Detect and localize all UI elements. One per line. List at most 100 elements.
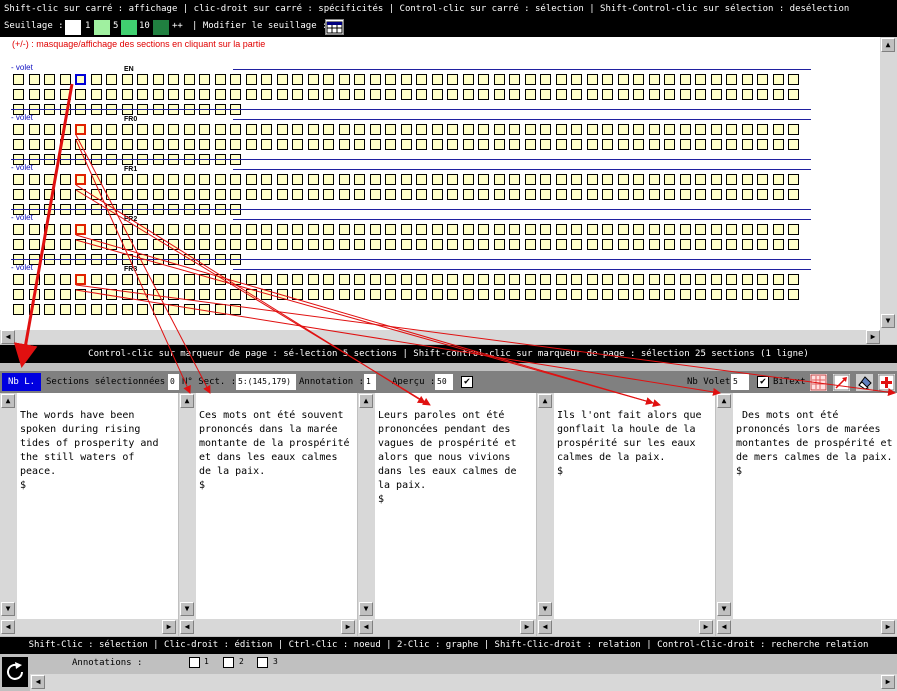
segment-square[interactable]	[29, 239, 40, 250]
column-horizontal-scrollbar[interactable]: ◀ ▶	[179, 619, 357, 636]
segment-square[interactable]	[618, 224, 629, 235]
segment-square[interactable]	[602, 124, 613, 135]
segment-square[interactable]	[525, 289, 536, 300]
segment-square[interactable]	[75, 89, 86, 100]
segment-square[interactable]	[726, 89, 737, 100]
segment-square[interactable]	[370, 189, 381, 200]
segment-square[interactable]	[91, 89, 102, 100]
segment-square[interactable]	[277, 174, 288, 185]
segment-square[interactable]	[199, 224, 210, 235]
segment-square[interactable]	[184, 289, 195, 300]
segment-square[interactable]	[416, 189, 427, 200]
segment-square[interactable]	[137, 239, 148, 250]
segment-square[interactable]	[649, 239, 660, 250]
segment-square[interactable]	[91, 239, 102, 250]
segment-square[interactable]	[571, 124, 582, 135]
segment-square[interactable]	[432, 224, 443, 235]
segment-square[interactable]	[230, 174, 241, 185]
segment-square[interactable]	[463, 239, 474, 250]
segment-square[interactable]	[122, 139, 133, 150]
segment-square[interactable]	[168, 139, 179, 150]
column-text[interactable]: Leurs paroles ont été prononcées pendant…	[378, 409, 534, 507]
segment-square[interactable]	[122, 224, 133, 235]
segment-square[interactable]	[370, 89, 381, 100]
segment-square[interactable]	[168, 124, 179, 135]
segment-square[interactable]	[618, 139, 629, 150]
segment-square[interactable]	[168, 89, 179, 100]
column-horizontal-scrollbar[interactable]: ◀ ▶	[358, 619, 536, 636]
segment-square[interactable]	[29, 289, 40, 300]
segment-square[interactable]	[447, 289, 458, 300]
segment-square[interactable]	[261, 74, 272, 85]
segment-square[interactable]	[122, 289, 133, 300]
volet-toggle-1[interactable]: - volet	[11, 113, 33, 122]
segment-square[interactable]	[44, 274, 55, 285]
segment-square[interactable]	[385, 124, 396, 135]
segment-square[interactable]	[370, 239, 381, 250]
segment-square[interactable]	[385, 189, 396, 200]
segment-square[interactable]	[230, 74, 241, 85]
segment-square[interactable]	[463, 224, 474, 235]
segment-square[interactable]	[153, 174, 164, 185]
segment-square[interactable]	[711, 274, 722, 285]
segment-square[interactable]	[153, 189, 164, 200]
segment-square[interactable]	[246, 89, 257, 100]
segment-square[interactable]	[401, 174, 412, 185]
segment-square[interactable]	[649, 289, 660, 300]
segment-square[interactable]	[292, 189, 303, 200]
segment-square[interactable]	[649, 74, 660, 85]
segment-square[interactable]	[649, 174, 660, 185]
column-scroll-down-icon[interactable]: ▼	[538, 602, 552, 616]
segment-square[interactable]	[618, 189, 629, 200]
segment-square[interactable]	[13, 189, 24, 200]
segment-square[interactable]	[75, 304, 86, 315]
segment-square[interactable]	[525, 74, 536, 85]
segment-square[interactable]	[509, 289, 520, 300]
column-scroll-down-icon[interactable]: ▼	[180, 602, 194, 616]
segment-square[interactable]	[13, 239, 24, 250]
segment-square[interactable]	[385, 274, 396, 285]
segment-square[interactable]	[478, 189, 489, 200]
segment-square[interactable]	[385, 139, 396, 150]
segment-square[interactable]	[230, 274, 241, 285]
segment-square[interactable]	[215, 224, 226, 235]
segment-square[interactable]	[447, 189, 458, 200]
segment-square[interactable]	[757, 124, 768, 135]
segment-square[interactable]	[13, 174, 24, 185]
nb-volet-value[interactable]: 5	[731, 374, 749, 390]
column-scroll-left-icon[interactable]: ◀	[359, 620, 373, 634]
segment-square[interactable]	[447, 174, 458, 185]
segment-square[interactable]	[633, 89, 644, 100]
add-icon[interactable]	[878, 374, 895, 391]
segment-square[interactable]	[633, 274, 644, 285]
segment-square[interactable]	[137, 289, 148, 300]
segment-square[interactable]	[385, 239, 396, 250]
segment-square[interactable]	[633, 174, 644, 185]
segment-square[interactable]	[680, 274, 691, 285]
segment-square[interactable]	[432, 89, 443, 100]
segment-square[interactable]	[261, 274, 272, 285]
segment-square[interactable]	[788, 189, 799, 200]
segment-square[interactable]	[91, 274, 102, 285]
segment-square[interactable]	[587, 239, 598, 250]
segment-square[interactable]	[711, 139, 722, 150]
segment-square[interactable]	[339, 239, 350, 250]
segment-square[interactable]	[742, 239, 753, 250]
segment-square[interactable]	[184, 304, 195, 315]
segment-square[interactable]	[618, 174, 629, 185]
segment-square[interactable]	[695, 139, 706, 150]
segment-square[interactable]	[494, 289, 505, 300]
annotation-value[interactable]: 1	[364, 374, 376, 390]
segment-square[interactable]	[525, 174, 536, 185]
segment-square[interactable]	[184, 74, 195, 85]
segment-square[interactable]	[525, 224, 536, 235]
column-text[interactable]: Ils l'ont fait alors que gonflait la hou…	[557, 409, 713, 479]
segment-square[interactable]	[75, 74, 86, 85]
segment-square[interactable]	[44, 174, 55, 185]
segment-square[interactable]	[664, 124, 675, 135]
segment-square[interactable]	[215, 74, 226, 85]
segment-square[interactable]	[246, 174, 257, 185]
segment-square[interactable]	[447, 274, 458, 285]
bottom-scroll-right-icon[interactable]: ▶	[881, 675, 895, 689]
segment-square[interactable]	[106, 239, 117, 250]
